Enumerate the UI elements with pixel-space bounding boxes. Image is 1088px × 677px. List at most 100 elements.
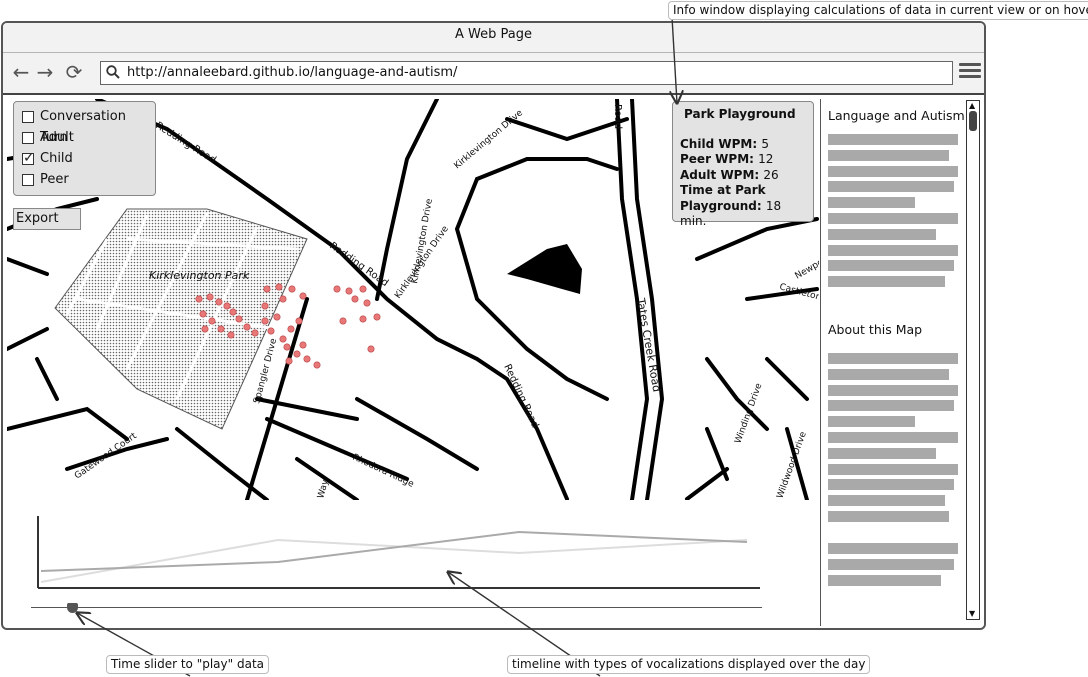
- text-placeholder-line: [828, 134, 958, 145]
- layer-peer[interactable]: Peer: [22, 169, 155, 190]
- vocalization-point[interactable]: [215, 298, 223, 306]
- vocalization-point[interactable]: [243, 323, 251, 331]
- layer-child[interactable]: Child: [22, 148, 155, 169]
- text-placeholder-line: [828, 244, 958, 256]
- url-text: http://annaleebard.github.io/language-an…: [127, 65, 458, 80]
- time-slider-track[interactable]: [31, 607, 762, 608]
- export-button[interactable]: Export: [13, 208, 81, 230]
- info-row-child: Child WPM: 5: [680, 136, 769, 151]
- vocalization-point[interactable]: [201, 325, 209, 333]
- label-redding-road-1: Redding Road: [153, 120, 217, 166]
- reload-button[interactable]: ⟳: [63, 61, 85, 83]
- text-placeholder-line: [828, 228, 936, 240]
- vocalization-point[interactable]: [275, 283, 283, 291]
- text-placeholder-line: [828, 432, 958, 443]
- vocalization-point[interactable]: [273, 313, 281, 321]
- info-row-adult: Adult WPM: 26: [680, 167, 779, 182]
- vocalization-point[interactable]: [217, 325, 225, 333]
- annotation-timeline: timeline with types of vocalizations dis…: [507, 655, 871, 674]
- vocalization-point[interactable]: [363, 299, 371, 307]
- vocalization-point[interactable]: [206, 293, 214, 301]
- vocalization-point[interactable]: [359, 285, 367, 293]
- label-redding-road-3: Redding Road: [501, 363, 540, 430]
- search-icon: [106, 65, 120, 79]
- label-winding: Winding Drive: [733, 382, 764, 445]
- vocalization-point[interactable]: [263, 285, 271, 293]
- vocalization-point[interactable]: [285, 357, 293, 365]
- text-placeholder-line: [828, 511, 949, 522]
- vocalization-point[interactable]: [367, 345, 375, 353]
- vocalization-point[interactable]: [261, 317, 269, 325]
- text-placeholder-line: [828, 416, 915, 428]
- scroll-down-icon[interactable]: ▼: [969, 609, 975, 618]
- vocalization-point[interactable]: [339, 317, 347, 325]
- layer-label: Adult: [40, 130, 74, 145]
- vocalization-point[interactable]: [345, 287, 353, 295]
- sidebar-scrollbar[interactable]: ▲ ▼: [966, 100, 980, 620]
- vocalization-point[interactable]: [195, 295, 203, 303]
- text-placeholder-line: [828, 558, 954, 570]
- scroll-thumb[interactable]: [969, 111, 977, 131]
- checkbox-child[interactable]: [22, 148, 35, 169]
- layer-conversation-turn[interactable]: Conversation Turn: [22, 106, 155, 145]
- vocalization-point[interactable]: [359, 315, 367, 323]
- label-newport: Newport: [794, 254, 820, 282]
- sidebar-heading-language-and-autism: Language and Autism: [828, 108, 965, 123]
- vocalization-point[interactable]: [299, 292, 307, 300]
- hamburger-menu-icon[interactable]: [959, 63, 981, 81]
- vocalization-point[interactable]: [199, 310, 207, 318]
- layer-adult[interactable]: Adult: [22, 127, 155, 148]
- vocalization-point[interactable]: [223, 302, 231, 310]
- back-button[interactable]: ←: [10, 61, 32, 83]
- vocalization-point[interactable]: [227, 331, 235, 339]
- window-title: A Web Page: [3, 23, 984, 53]
- text-placeholder-line: [828, 181, 954, 193]
- text-placeholder-line: [828, 543, 958, 554]
- vocalization-point[interactable]: [351, 295, 359, 303]
- vocalization-point[interactable]: [295, 317, 303, 325]
- checkbox-adult[interactable]: [22, 132, 34, 144]
- forward-button[interactable]: →: [34, 61, 56, 83]
- vocalization-point[interactable]: [208, 317, 216, 325]
- vocalization-point[interactable]: [288, 285, 296, 293]
- vocalization-point[interactable]: [287, 325, 295, 333]
- vocalization-point[interactable]: [299, 341, 307, 349]
- checkbox-conversation-turn[interactable]: [22, 111, 34, 123]
- vocalization-point[interactable]: [303, 355, 311, 363]
- text-placeholder-line: [828, 447, 936, 459]
- vocalization-timeline[interactable]: [35, 516, 763, 594]
- layer-toggle-panel: Conversation Turn Adult Child Peer: [13, 101, 156, 196]
- vocalization-point[interactable]: [313, 361, 321, 369]
- time-slider-handle[interactable]: [67, 603, 78, 613]
- vocalization-point[interactable]: [333, 285, 341, 293]
- text-placeholder-line: [828, 260, 954, 272]
- vocalization-point[interactable]: [261, 302, 269, 310]
- text-placeholder-line: [828, 165, 958, 177]
- layer-label: Child: [40, 151, 73, 166]
- lake: [507, 244, 582, 294]
- vocalization-point[interactable]: [373, 313, 381, 321]
- vocalization-point[interactable]: [283, 343, 291, 351]
- vocalization-point[interactable]: [229, 308, 237, 316]
- vocalization-point[interactable]: [279, 295, 287, 303]
- vocalization-point[interactable]: [293, 350, 301, 358]
- vocalization-point[interactable]: [235, 315, 243, 323]
- info-title: Park Playground: [684, 107, 796, 121]
- text-placeholder-line: [828, 276, 945, 288]
- vocalization-point[interactable]: [251, 329, 259, 337]
- label-kirklevington-drive-1: Kirklevington Drive: [453, 108, 526, 171]
- vocalization-point[interactable]: [279, 335, 287, 343]
- scroll-up-icon[interactable]: ▲: [969, 101, 975, 110]
- text-placeholder-line: [828, 463, 958, 475]
- timeline-series-1: [40, 538, 748, 583]
- info-row-time: Time at Park: [680, 183, 766, 197]
- text-placeholder-line: [828, 213, 958, 224]
- url-bar[interactable]: http://annaleebard.github.io/language-an…: [100, 61, 953, 85]
- browser-window: A Web Page ← → ⟳ http://annaleebard.gith…: [1, 21, 986, 630]
- label-road: Road: [612, 104, 623, 129]
- checkbox-peer[interactable]: [22, 174, 34, 186]
- sidebar: Language and Autism About this Map ▲ ▼: [820, 99, 984, 626]
- text-placeholder-line: [828, 384, 958, 396]
- layer-label: Peer: [40, 172, 69, 187]
- vocalization-point[interactable]: [267, 327, 275, 335]
